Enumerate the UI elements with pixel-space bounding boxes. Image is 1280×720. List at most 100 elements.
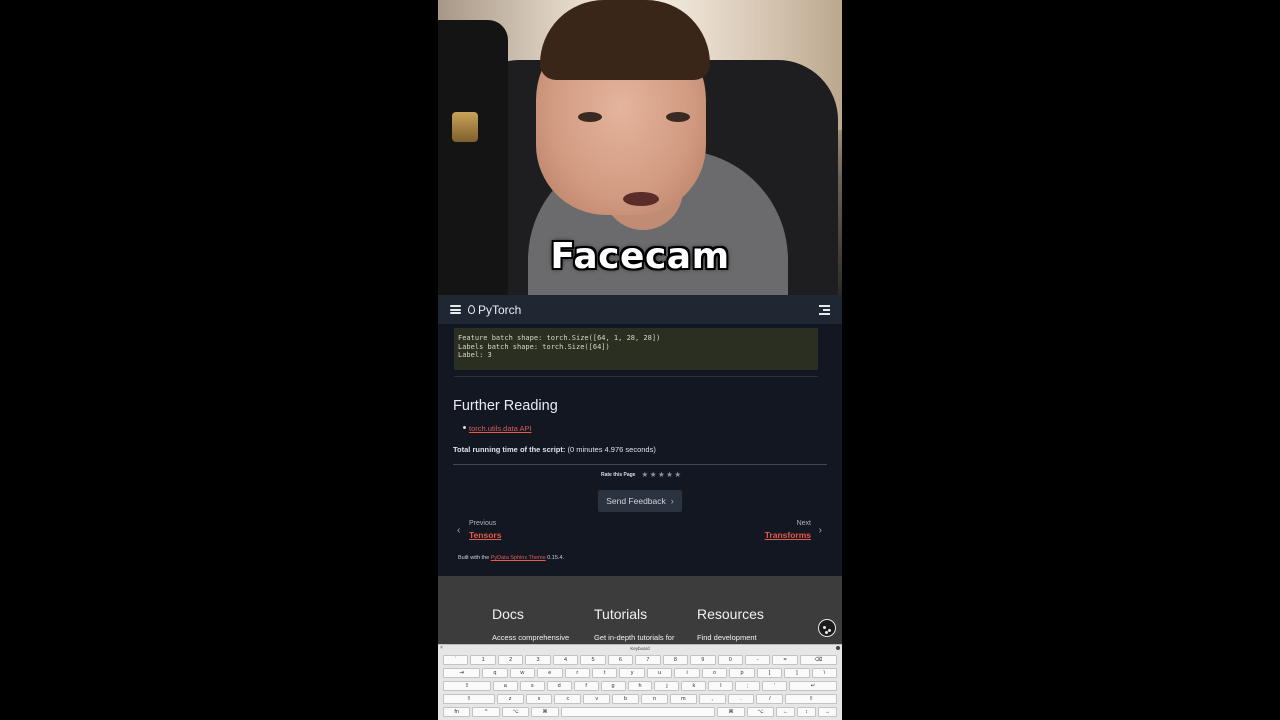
torch-utils-data-api-link[interactable]: torch.utils.data API — [469, 424, 532, 433]
pydata-theme-link[interactable]: PyData Sphinx Theme — [491, 555, 546, 561]
star-icon[interactable]: ★ — [650, 471, 657, 479]
key[interactable]: q — [482, 668, 508, 678]
star-icon[interactable]: ★ — [641, 471, 648, 479]
key[interactable]: y — [619, 668, 645, 678]
built-with-prefix: Built with the — [458, 555, 491, 561]
key[interactable]: ] — [784, 668, 810, 678]
options-icon[interactable] — [836, 646, 840, 650]
command-key[interactable]: ⌘ — [531, 707, 559, 717]
footer-tutorials-title[interactable]: Tutorials — [594, 606, 647, 622]
key[interactable]: 9 — [690, 655, 716, 665]
key[interactable]: i — [674, 668, 700, 678]
delete-key[interactable]: ⌫ — [799, 655, 838, 665]
key[interactable]: m — [669, 694, 697, 704]
return-key[interactable]: ↵ — [789, 681, 838, 691]
built-with-note: Built with the PyData Sphinx Theme 0.15.… — [458, 555, 564, 561]
footer-resources-title[interactable]: Resources — [697, 606, 764, 622]
pytorch-logo[interactable]: PyTorch — [468, 303, 521, 317]
code-line: Labels batch shape: torch.Size([64]) — [458, 342, 610, 351]
shift-key[interactable]: ⇧ — [785, 694, 838, 704]
star-icon[interactable]: ★ — [674, 471, 681, 479]
space-bar[interactable] — [560, 707, 716, 717]
key[interactable]: 3 — [525, 655, 551, 665]
keyboard-row: ⇪ a s d f g h j k l ; ' ↵ — [443, 681, 838, 691]
key[interactable]: ' — [762, 681, 788, 691]
key[interactable]: u — [646, 668, 673, 678]
footer-docs-title[interactable]: Docs — [492, 606, 524, 622]
key[interactable]: 4 — [552, 655, 579, 665]
pytorch-flame-icon — [468, 305, 475, 314]
fn-key[interactable]: fn — [443, 707, 471, 717]
arrow-left-key[interactable]: ← — [776, 707, 796, 717]
footer-resources-desc: Find development — [697, 633, 757, 642]
key[interactable]: b — [612, 694, 640, 704]
hamburger-menu-icon[interactable] — [450, 305, 461, 314]
key[interactable]: a — [492, 681, 518, 691]
star-icon[interactable]: ★ — [658, 471, 665, 479]
key[interactable]: o — [701, 668, 728, 678]
divider — [453, 464, 827, 465]
key[interactable]: t — [591, 668, 618, 678]
chevron-left-icon[interactable]: ‹ — [457, 525, 460, 536]
star-icon[interactable]: ★ — [666, 471, 673, 479]
key[interactable]: k — [681, 681, 707, 691]
arrow-up-down-key[interactable]: ↕ — [797, 707, 817, 717]
person-hair — [540, 0, 710, 80]
key[interactable]: g — [600, 681, 626, 691]
key[interactable]: 1 — [470, 655, 496, 665]
tab-key[interactable]: ⇥ — [443, 668, 481, 678]
option-key[interactable]: ⌥ — [501, 707, 530, 717]
cookie-settings-icon[interactable] — [818, 619, 836, 637]
shift-key[interactable]: ⇧ — [443, 694, 495, 704]
key[interactable]: p — [729, 668, 755, 678]
control-key[interactable]: ^ — [472, 707, 500, 717]
key[interactable]: 5 — [580, 655, 606, 665]
key[interactable]: = — [772, 655, 798, 665]
option-key[interactable]: ⌥ — [746, 707, 775, 717]
key[interactable]: 8 — [662, 655, 689, 665]
key[interactable]: f — [573, 681, 599, 691]
key[interactable]: e — [537, 668, 563, 678]
next-page-link[interactable]: Transforms — [765, 530, 811, 540]
key[interactable]: 7 — [635, 655, 661, 665]
key[interactable]: ` — [443, 655, 469, 665]
key[interactable]: z — [496, 694, 524, 704]
key[interactable]: n — [641, 694, 668, 704]
key[interactable]: 6 — [607, 655, 634, 665]
command-key[interactable]: ⌘ — [717, 707, 745, 717]
key[interactable]: d — [546, 681, 572, 691]
key[interactable]: l — [708, 681, 734, 691]
key[interactable]: s — [519, 681, 545, 691]
person-eye-right — [666, 112, 690, 122]
runtime-label: Total running time of the script: — [453, 445, 566, 454]
key[interactable]: / — [756, 694, 784, 704]
chevron-right-icon[interactable]: › — [819, 525, 822, 536]
script-runtime: Total running time of the script: (0 min… — [453, 445, 656, 454]
key[interactable]: , — [698, 694, 726, 704]
code-output-block: Feature batch shape: torch.Size([64, 1, … — [454, 328, 818, 370]
key[interactable]: r — [564, 668, 590, 678]
key[interactable]: x — [525, 694, 553, 704]
send-feedback-button[interactable]: Send Feedback › — [598, 490, 682, 512]
key[interactable]: - — [744, 655, 771, 665]
previous-page-link[interactable]: Tensors — [469, 530, 501, 540]
table-of-contents-icon[interactable] — [819, 304, 830, 315]
caps-lock-key[interactable]: ⇪ — [443, 681, 491, 691]
key[interactable]: w — [509, 668, 536, 678]
keyboard-title: Keyboard — [630, 646, 650, 651]
chevron-right-icon: › — [670, 496, 674, 506]
keyboard-row: ` 1 2 3 4 5 6 7 8 9 0 - = ⌫ — [443, 655, 838, 665]
key[interactable]: 2 — [497, 655, 524, 665]
key[interactable]: c — [554, 694, 582, 704]
arrow-right-key[interactable]: → — [818, 707, 837, 717]
key[interactable]: ; — [735, 681, 761, 691]
key[interactable]: . — [727, 694, 755, 704]
key[interactable]: 0 — [717, 655, 743, 665]
key[interactable]: j — [654, 681, 680, 691]
video-frame: Facecam PyTorch Feature batch shape: tor… — [438, 0, 842, 720]
key[interactable]: h — [627, 681, 653, 691]
key[interactable]: v — [583, 694, 611, 704]
key[interactable]: \ — [811, 668, 838, 678]
microphone-mount — [452, 112, 478, 142]
key[interactable]: [ — [756, 668, 783, 678]
